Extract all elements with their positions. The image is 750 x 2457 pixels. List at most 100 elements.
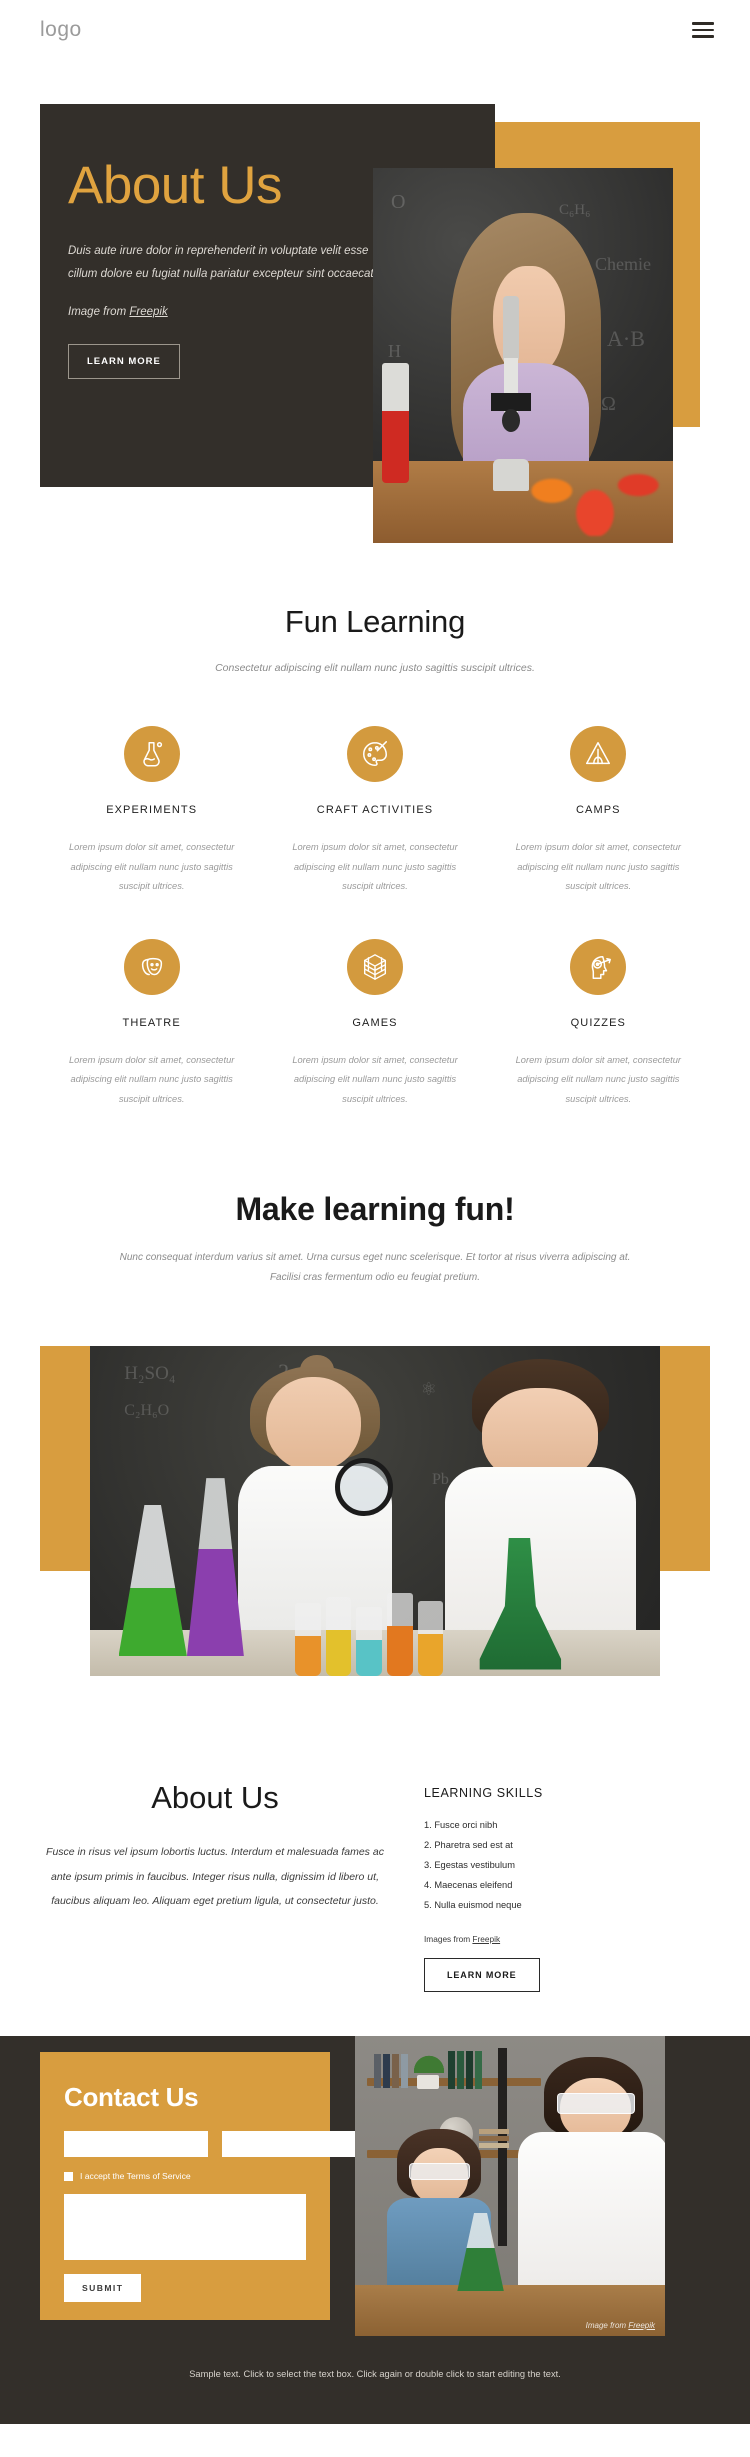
chalk-mark: H	[388, 340, 401, 361]
plant	[413, 2051, 444, 2074]
feature-text: Lorem ipsum dolor sit amet, consectetur …	[292, 1054, 458, 1104]
hamburger-icon[interactable]	[692, 22, 714, 38]
boy-figure	[444, 1359, 637, 1644]
freepik-link[interactable]: Freepik	[472, 1934, 500, 1944]
flower-pot	[417, 2075, 439, 2090]
feature-name: CAMPS	[576, 804, 621, 816]
hamburger-bar	[692, 35, 714, 38]
chalk-mark: C₂H₆O	[124, 1402, 170, 1420]
learning-skills-list: 1. Fusce orci nibh 2. Pharetra sed est a…	[424, 1816, 710, 1916]
feature-card-theatre[interactable]: THEATRE Lorem ipsum dolor sit amet, cons…	[40, 938, 263, 1110]
features-row-2: THEATRE Lorem ipsum dolor sit amet, cons…	[40, 938, 710, 1110]
hero-image: O C₆H₆ Chemie A·B H Ω	[373, 168, 673, 543]
tent-icon	[570, 726, 627, 782]
hero-description: Duis aute irure dolor in reprehenderit i…	[68, 244, 377, 280]
feature-name: GAMES	[352, 1016, 398, 1029]
feature-text: Lorem ipsum dolor sit amet, consectetur …	[292, 842, 458, 892]
feature-name: EXPERIMENTS	[106, 804, 198, 816]
list-item: 3. Egestas vestibulum	[424, 1860, 515, 1871]
feature-name: CRAFT ACTIVITIES	[316, 804, 434, 816]
chalk-mark: A·B	[607, 325, 645, 351]
freepik-link[interactable]: Freepik	[628, 2321, 655, 2330]
contact-image: Image from Freepik	[355, 2036, 665, 2337]
page-title: About Us	[68, 156, 283, 215]
teacher-figure	[518, 2057, 665, 2285]
about-us-body: Fusce in risus vel ipsum lobortis luctus…	[46, 1846, 384, 1908]
feature-text: Lorem ipsum dolor sit amet, consectetur …	[515, 1054, 681, 1104]
about-us-section: About Us Fusce in risus vel ipsum lobort…	[0, 1736, 750, 1993]
learning-skills-panel: LEARNING SKILLS 1. Fusce orci nibh 2. Ph…	[424, 1780, 710, 1993]
hero-copy: About Us Duis aute irure dolor in repreh…	[68, 158, 378, 379]
hero-credit-prefix: Image from	[68, 305, 130, 318]
logo[interactable]: logo	[40, 18, 82, 42]
chalk-mark: Chemie	[595, 254, 651, 275]
contact-field-1[interactable]	[64, 2131, 208, 2158]
about-image-credit: Images from Freepik	[424, 1934, 710, 1944]
about-us-copy: About Us Fusce in risus vel ipsum lobort…	[40, 1780, 390, 1992]
hero-image-credit: Image from Freepik	[68, 306, 378, 318]
list-item: 4. Maecenas eleifend	[424, 1880, 513, 1891]
hero-learn-more-button[interactable]: LEARN MORE	[68, 343, 180, 379]
hamburger-bar	[692, 22, 714, 25]
submit-button[interactable]: SUBMIT	[64, 2274, 142, 2303]
feature-name: QUIZZES	[570, 1016, 626, 1029]
features-row-1: EXPERIMENTS Lorem ipsum dolor sit amet, …	[40, 726, 710, 897]
feature-text: Lorem ipsum dolor sit amet, consectetur …	[68, 842, 235, 892]
hero-section: About Us Duis aute irure dolor in repreh…	[0, 60, 750, 560]
about-us-title: About Us	[151, 1780, 279, 1816]
make-fun-subtitle: Nunc consequat interdum varius sit amet.…	[119, 1252, 631, 1284]
make-fun-banner: H₂SO₄ C₂H₆O 2 ⚛ Pb	[0, 1346, 750, 1736]
hamburger-bar	[692, 28, 714, 32]
site-header: logo	[0, 0, 750, 60]
contact-form-card: Contact Us I accept the Terms of Service…	[40, 2052, 366, 2321]
learning-skills-title: LEARNING SKILLS	[424, 1786, 543, 1801]
features-grid: EXPERIMENTS Lorem ipsum dolor sit amet, …	[0, 726, 750, 1109]
terms-checkbox-row[interactable]: I accept the Terms of Service	[64, 2171, 306, 2181]
chalk-mark: O	[391, 190, 406, 213]
magnifying-glass	[335, 1458, 394, 1517]
feature-text: Lorem ipsum dolor sit amet, consectetur …	[68, 1054, 235, 1104]
chalk-mark: C₆H₆	[559, 201, 591, 218]
chalk-mark: H₂SO₄	[124, 1362, 176, 1384]
head-target-icon	[570, 938, 627, 995]
chalk-mark: ⚛	[420, 1379, 437, 1400]
freepik-link[interactable]: Freepik	[129, 306, 167, 318]
fun-learning-subtitle: Consectetur adipiscing elit nullam nunc …	[215, 662, 535, 674]
feature-text: Lorem ipsum dolor sit amet, consectetur …	[515, 842, 681, 892]
palette-icon	[346, 726, 403, 782]
colorful-toy	[523, 423, 667, 536]
make-fun-title: Make learning fun!	[235, 1191, 515, 1228]
list-item: 2. Pharetra sed est at	[424, 1840, 513, 1851]
about-learn-more-button[interactable]: LEARN MORE	[424, 1958, 540, 1993]
flask-icon	[123, 726, 180, 782]
list-item: 1. Fusce orci nibh	[424, 1820, 498, 1831]
rubiks-cube-icon	[346, 938, 403, 995]
theatre-masks-icon	[123, 938, 180, 995]
site-footer: Sample text. Click to select the text bo…	[0, 2336, 750, 2424]
feature-card-camps[interactable]: CAMPS Lorem ipsum dolor sit amet, consec…	[487, 726, 710, 897]
terms-checkbox[interactable]	[64, 2171, 73, 2181]
contact-image-credit: Image from Freepik	[586, 2321, 655, 2330]
footer-text: Sample text. Click to select the text bo…	[189, 2369, 561, 2380]
fun-learning-section: Fun Learning Consectetur adipiscing elit…	[0, 560, 750, 1109]
contact-section: Contact Us I accept the Terms of Service…	[0, 2036, 750, 2337]
feature-name: THEATRE	[122, 1016, 181, 1029]
contact-field-2[interactable]	[222, 2131, 366, 2158]
credit-prefix: Images from	[424, 1934, 473, 1945]
list-item: 5. Nulla euismod neque	[424, 1900, 522, 1911]
make-fun-image: H₂SO₄ C₂H₆O 2 ⚛ Pb	[90, 1346, 660, 1677]
contact-message-textarea[interactable]	[64, 2194, 306, 2261]
test-tube	[382, 363, 409, 483]
feature-card-experiments[interactable]: EXPERIMENTS Lorem ipsum dolor sit amet, …	[40, 726, 263, 897]
feature-card-quizzes[interactable]: QUIZZES Lorem ipsum dolor sit amet, cons…	[487, 938, 710, 1110]
credit-prefix: Image from	[585, 2321, 629, 2331]
contact-title: Contact Us	[64, 2082, 199, 2113]
feature-card-craft-activities[interactable]: CRAFT ACTIVITIES Lorem ipsum dolor sit a…	[263, 726, 486, 897]
books	[373, 2054, 410, 2089]
test-tube-rack	[295, 1577, 444, 1677]
terms-label: I accept the Terms of Service	[80, 2171, 191, 2182]
feature-card-games[interactable]: GAMES Lorem ipsum dolor sit amet, consec…	[263, 938, 486, 1110]
books	[448, 2051, 484, 2090]
make-learning-fun-section: Make learning fun! Nunc consequat interd…	[0, 1109, 750, 1736]
fun-learning-title: Fun Learning	[284, 604, 466, 639]
